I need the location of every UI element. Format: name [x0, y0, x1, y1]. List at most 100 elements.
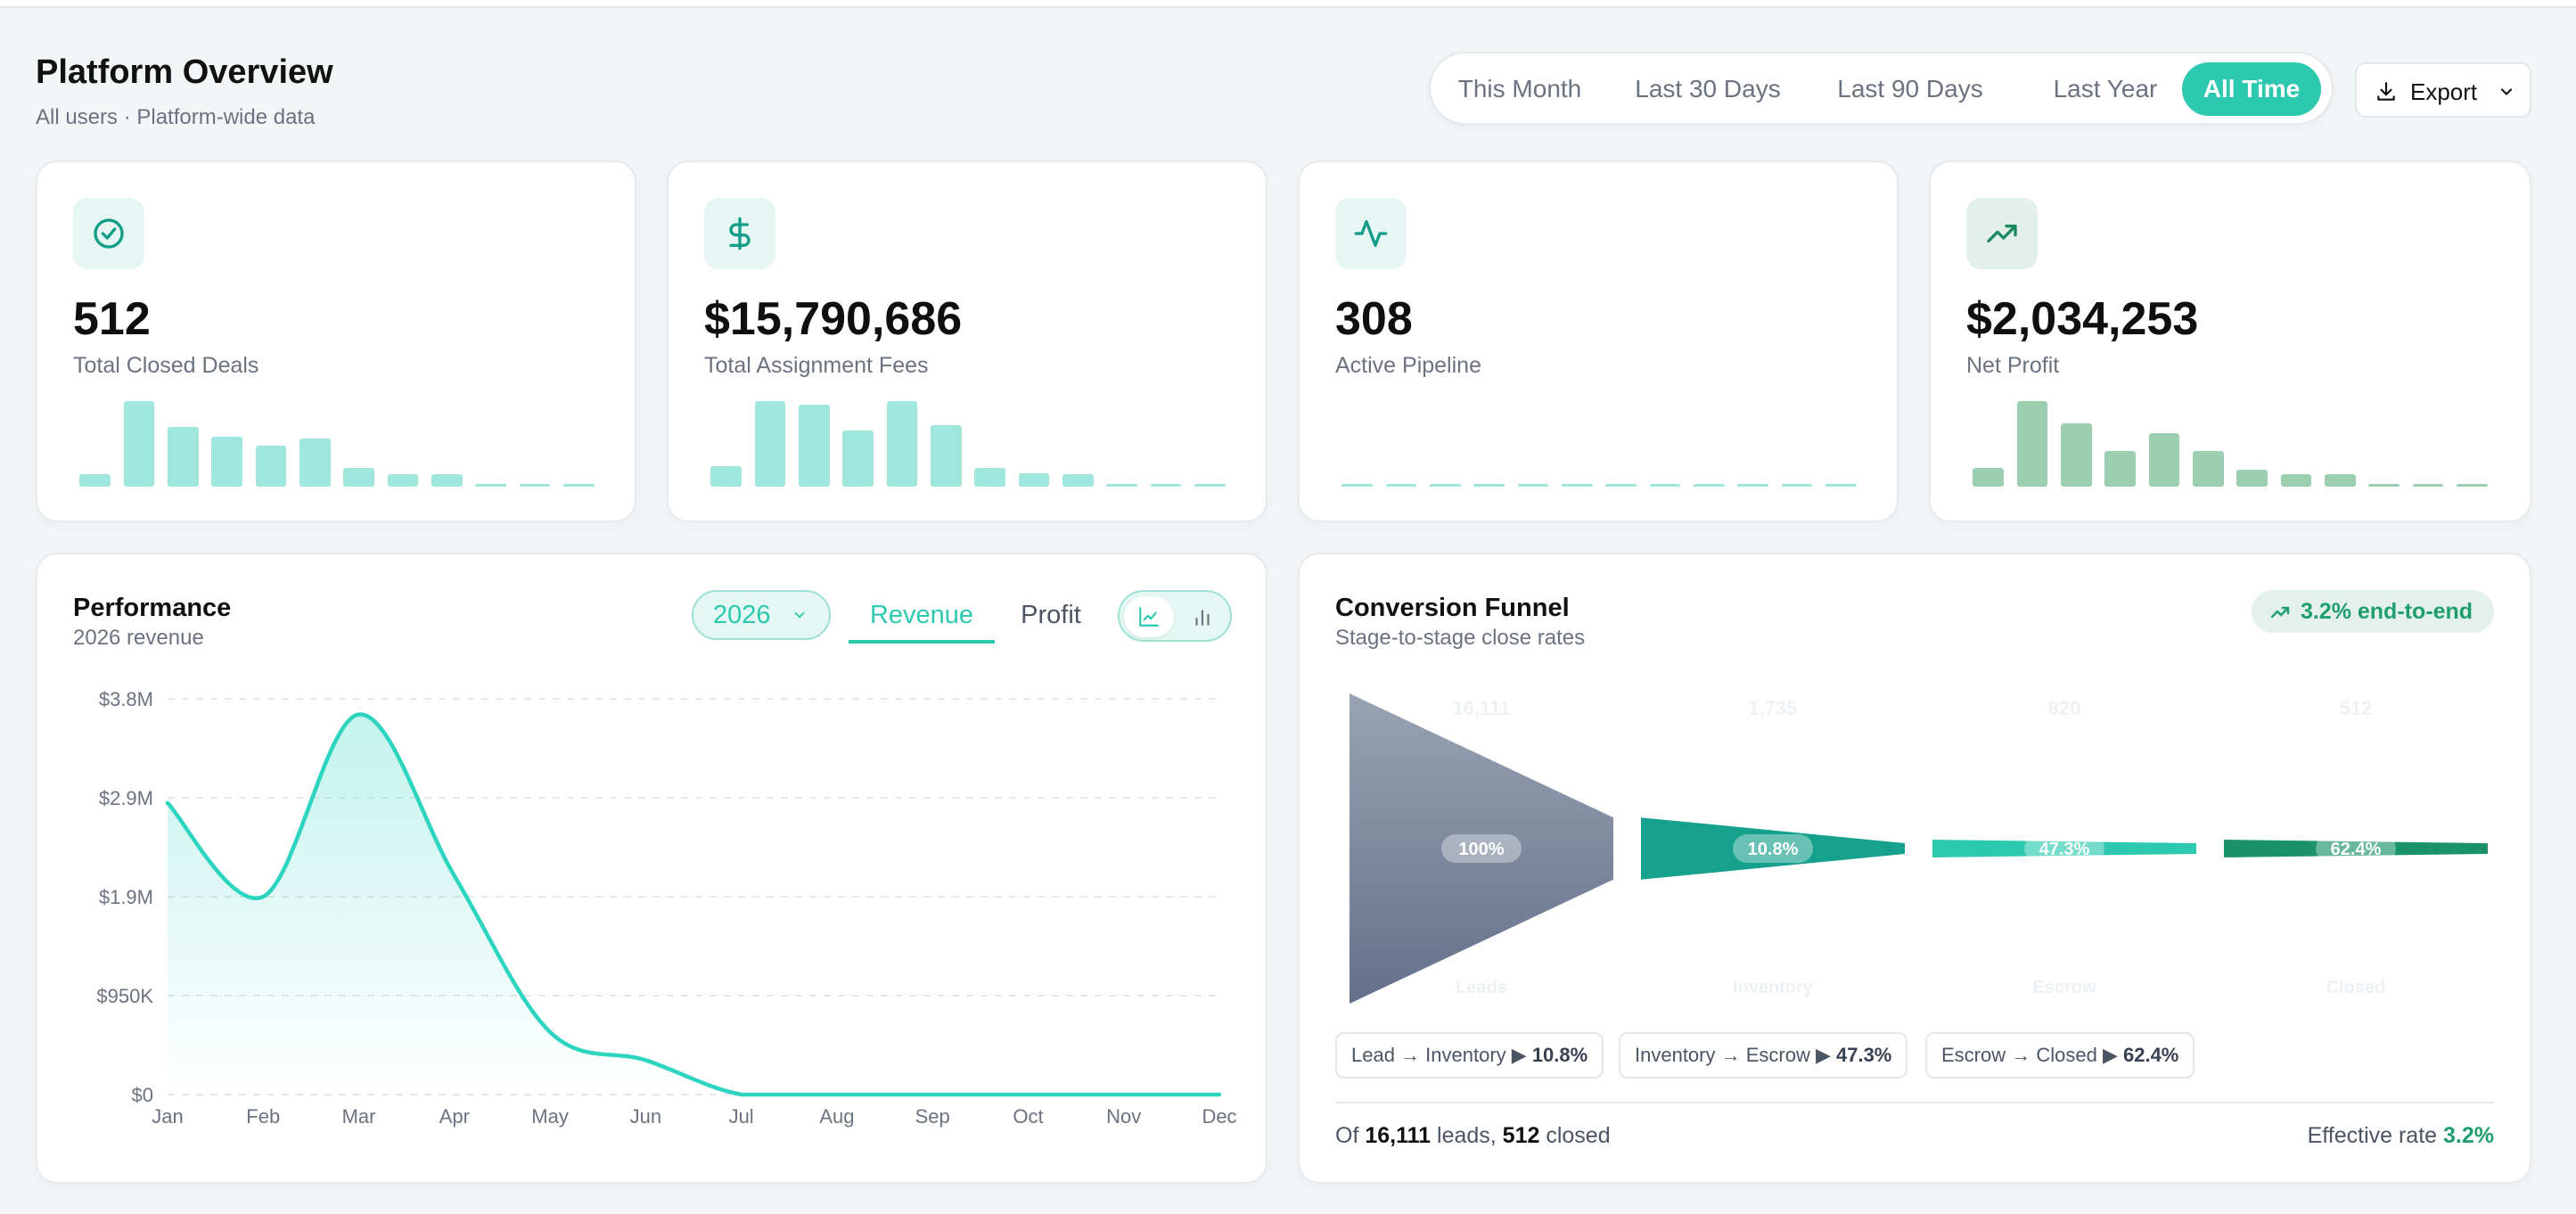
rate-chip-escrow-closed: Escrow → Closed ▶ 62.4% — [1925, 1032, 2195, 1079]
spark-bar — [710, 465, 742, 487]
kpi-label: Net Profit — [1966, 353, 2060, 378]
range-this-month[interactable]: This Month — [1448, 62, 1591, 116]
spark-bar — [343, 467, 374, 487]
spark-bar — [1973, 467, 2004, 487]
y-tick-label: $1.9M — [99, 886, 153, 908]
spark-bar — [2325, 473, 2356, 487]
spark-bar — [842, 430, 874, 487]
kpi-value: 308 — [1335, 293, 1413, 345]
revenue-area-chart: $3.8M $2.9M $1.9M $950K $0Jan Feb Mar Apr May Jun… — [96, 688, 1236, 1128]
spark-bar — [475, 484, 506, 487]
summary-prefix: Of — [1335, 1123, 1366, 1148]
rate-chip-text: Inventory → Escrow ▶ — [1635, 1044, 1836, 1066]
spark-bar — [2061, 422, 2092, 487]
x-tick-label: Feb — [246, 1105, 280, 1128]
effective-rate: Effective rate 3.2% — [2308, 1123, 2494, 1149]
funnel-stage-pct: 100% — [1458, 840, 1504, 859]
spark-bar — [387, 473, 419, 487]
funnel-chart: 100% 16,111 Leads 10.8% 1,735 Inventory 47.3% 8… — [1350, 693, 2488, 1004]
spark-bar — [299, 439, 331, 487]
spark-bar — [1517, 484, 1549, 487]
spark-bar — [1694, 484, 1725, 487]
range-last-30-days[interactable]: Last 30 Days — [1629, 62, 1786, 116]
activity-icon — [1335, 198, 1407, 269]
x-tick-label: Aug — [819, 1105, 854, 1128]
spark-bar — [1605, 484, 1637, 487]
spark-bar — [754, 401, 786, 487]
range-last-year[interactable]: Last Year — [2037, 62, 2174, 116]
spark-bar — [974, 467, 1005, 487]
summary-leads: 16,111 — [1365, 1123, 1432, 1148]
kpi-label: Total Assignment Fees — [704, 353, 929, 378]
export-label: Export — [2410, 78, 2478, 105]
funnel-stage-pct: 10.8% — [1748, 840, 1799, 859]
kpi-card-active-pipeline: 308 Active Pipeline — [1298, 160, 1899, 522]
spark-bar — [2368, 484, 2400, 487]
funnel-stage-name: Closed — [2326, 978, 2386, 997]
x-tick-label: Oct — [1013, 1105, 1043, 1128]
spark-bar — [1562, 484, 1593, 487]
kpi-sparkline — [73, 398, 601, 487]
spark-bar — [2457, 484, 2488, 487]
summary-suffix: closed — [1539, 1123, 1611, 1148]
spark-bar — [2016, 401, 2048, 487]
spark-bar — [1194, 484, 1226, 487]
download-icon — [2377, 82, 2395, 101]
x-tick-label: May — [531, 1105, 569, 1128]
rate-chip-value: 10.8% — [1531, 1044, 1588, 1066]
funnel-summary: Of 16,111 leads, 512 closed — [1335, 1123, 1611, 1149]
rate-chip-value: 62.4% — [2122, 1044, 2179, 1066]
export-button[interactable]: Export — [2355, 62, 2531, 118]
dollar-icon — [704, 198, 775, 269]
x-tick-label: Jul — [729, 1105, 754, 1128]
y-tick-label: $2.9M — [99, 787, 153, 809]
funnel-stage-count: 512 — [2340, 697, 2373, 719]
spark-bar — [1106, 484, 1137, 487]
kpi-label: Active Pipeline — [1335, 353, 1481, 378]
kpi-sparkline — [1966, 398, 2494, 487]
rate-chip-value: 47.3% — [1835, 1044, 1892, 1066]
kpi-label: Total Closed Deals — [73, 353, 259, 378]
spark-bar — [79, 473, 111, 487]
spark-bar — [2412, 484, 2444, 487]
spark-bar — [2104, 450, 2136, 487]
effective-rate-value: 3.2% — [2443, 1123, 2494, 1148]
spark-bar — [1150, 484, 1182, 487]
funnel-stage-name: Leads — [1456, 978, 1507, 997]
y-tick-label: $0 — [132, 1084, 153, 1106]
summary-middle: leads, — [1431, 1123, 1503, 1148]
spark-bar — [1781, 484, 1813, 487]
range-last-90-days[interactable]: Last 90 Days — [1827, 62, 1993, 116]
kpi-card-closed-deals: 512 Total Closed Deals — [36, 160, 636, 522]
funnel-footer-divider — [1335, 1102, 2494, 1103]
x-tick-label: Nov — [1106, 1105, 1141, 1128]
kpi-card-net-profit: $2,034,253 Net Profit — [1929, 160, 2531, 522]
spark-bar — [1385, 484, 1417, 487]
spark-bar — [168, 426, 199, 487]
y-tick-label: $950K — [96, 985, 153, 1007]
rate-chip-text: Escrow → Closed ▶ — [1941, 1044, 2123, 1066]
spark-bar — [563, 484, 595, 487]
spark-bar — [2148, 433, 2180, 487]
chevron-down-icon — [2500, 88, 2513, 95]
effective-rate-label: Effective rate — [2307, 1123, 2444, 1148]
date-range-selector: This Month Last 30 Days Last 90 Days Las… — [1429, 52, 2334, 125]
kpi-sparkline — [704, 398, 1232, 487]
spark-bar — [1737, 484, 1768, 487]
funnel-stage-count: 16,111 — [1453, 697, 1511, 719]
spark-bar — [519, 484, 551, 487]
funnel-stage-count: 1,735 — [1748, 697, 1797, 719]
x-tick-label: Sep — [915, 1105, 950, 1128]
spark-bar — [211, 437, 242, 487]
rate-chip-inventory-escrow: Inventory → Escrow ▶ 47.3% — [1619, 1032, 1908, 1079]
spark-bar — [1430, 484, 1461, 487]
page-title: Platform Overview — [36, 53, 333, 91]
spark-bar — [886, 401, 918, 487]
page-subtitle: All users · Platform-wide data — [36, 105, 316, 129]
summary-closed: 512 — [1502, 1123, 1540, 1148]
spark-bar — [799, 404, 830, 487]
kpi-value: $2,034,253 — [1966, 293, 2199, 345]
range-all-time[interactable]: All Time — [2182, 62, 2321, 116]
x-tick-label: Dec — [1202, 1105, 1236, 1128]
funnel-stage-name: Inventory — [1733, 978, 1814, 997]
